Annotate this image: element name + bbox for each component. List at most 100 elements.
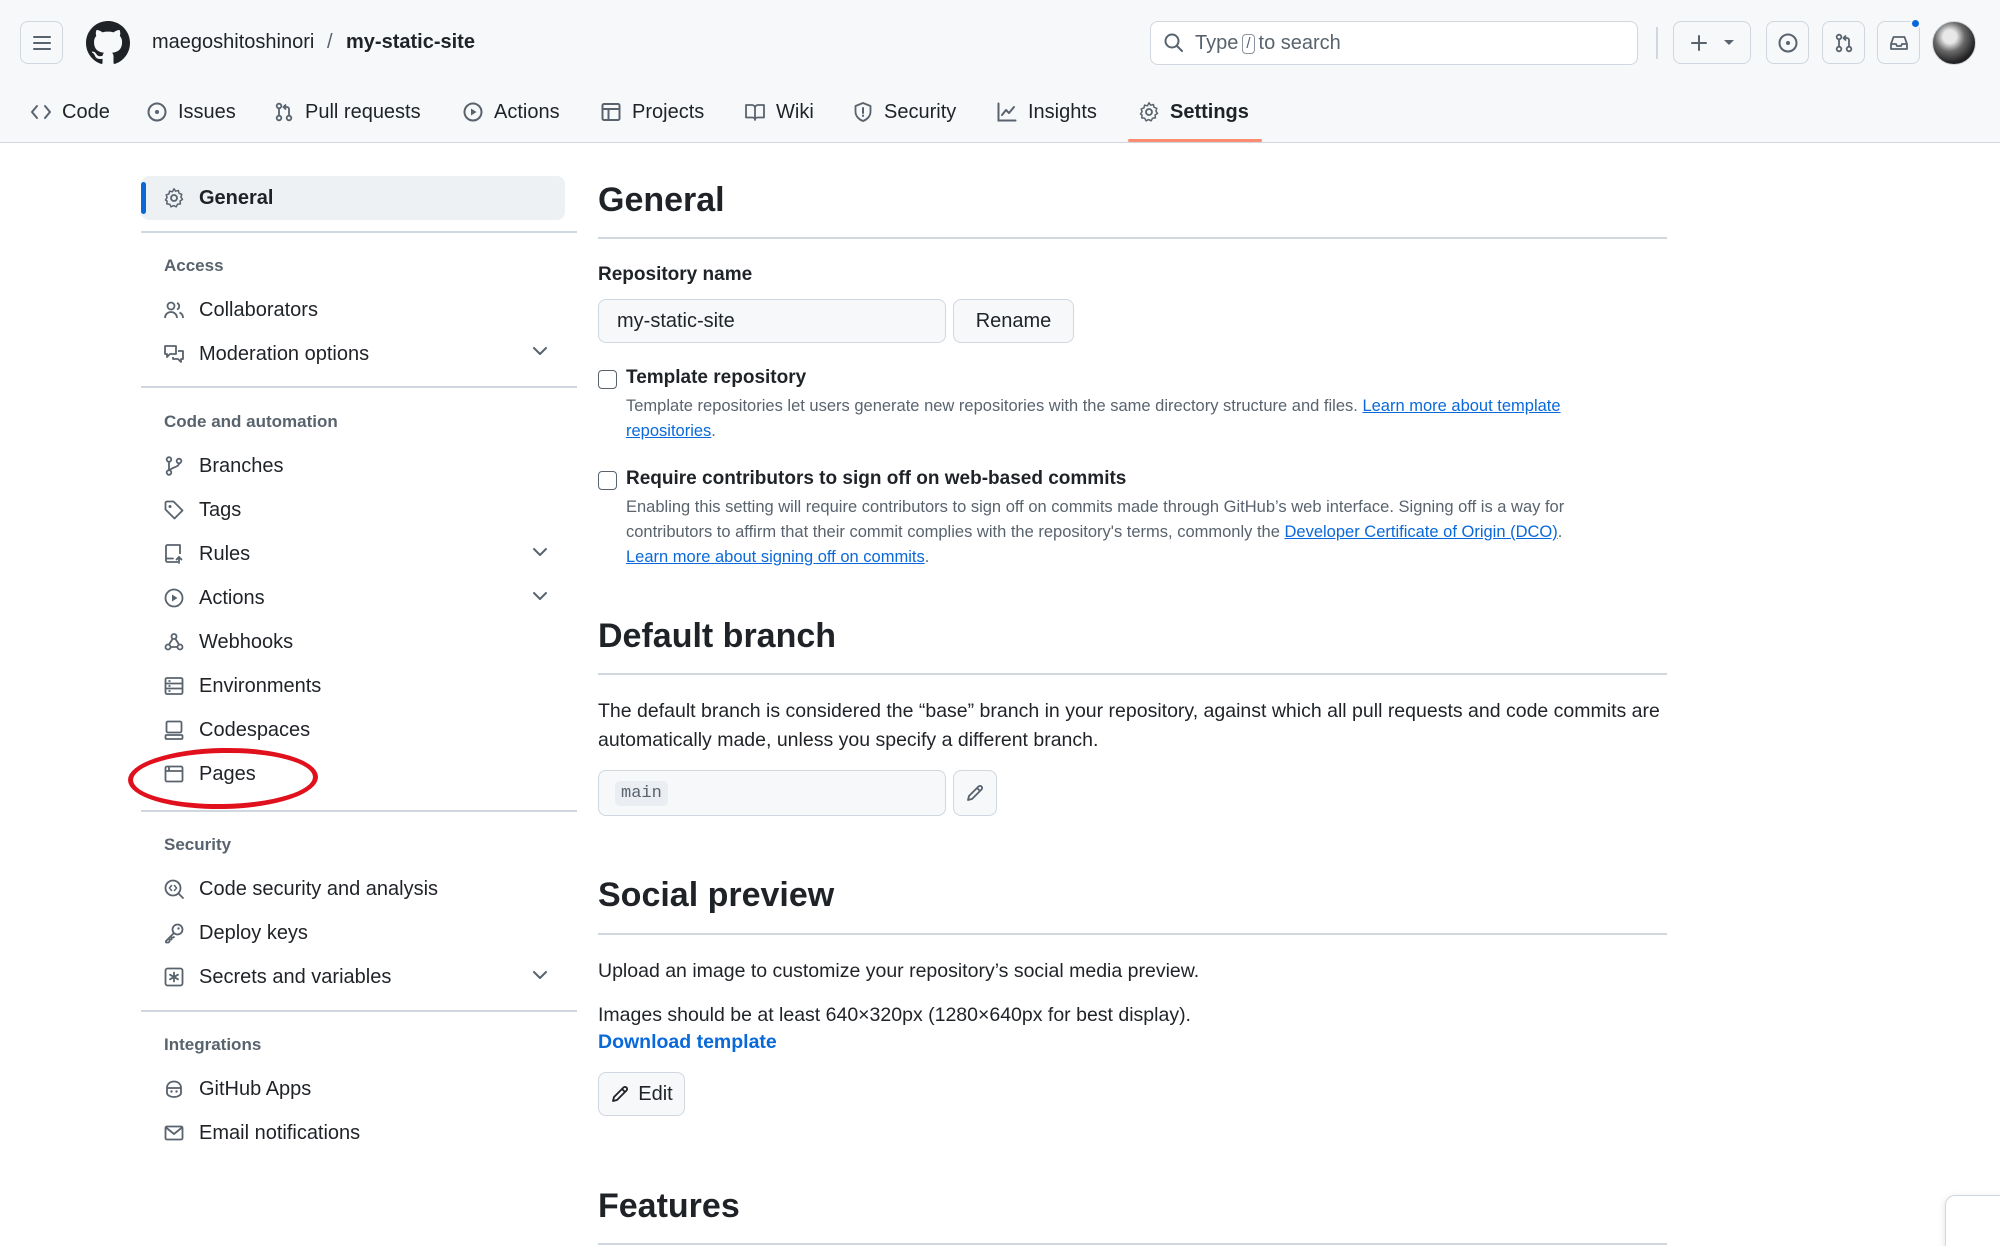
signoff-desc-line1: Enabling this setting will require contr… — [626, 498, 1565, 516]
tab-code-label: Code — [62, 100, 110, 123]
template-desc-end: . — [711, 422, 716, 440]
tab-pull-requests[interactable]: Pull requests — [273, 94, 421, 130]
your-pull-requests-button[interactable] — [1822, 21, 1865, 64]
learn-more-template-link-cont[interactable]: repositories — [626, 422, 711, 440]
sidebar-item-label: Webhooks — [199, 630, 294, 653]
sidebar-item-webhooks[interactable]: Webhooks — [163, 624, 293, 660]
search-icon — [1164, 33, 1183, 52]
repo-name-label: Repository name — [598, 264, 753, 285]
search-input[interactable]: Type / to search — [1150, 21, 1638, 65]
template-desc-text: Template repositories let users generate… — [626, 397, 1358, 415]
tab-wiki[interactable]: Wiki — [744, 94, 814, 130]
git-pull-request-icon — [1835, 33, 1852, 52]
sidebar-item-actions[interactable]: Actions — [163, 580, 265, 616]
section-divider — [598, 1243, 1667, 1245]
tab-security-label: Security — [884, 100, 957, 123]
signoff-desc-end: . — [924, 548, 930, 566]
create-new-button[interactable] — [1673, 21, 1751, 64]
tab-security[interactable]: Security — [852, 94, 956, 130]
server-icon — [164, 677, 184, 695]
header-divider — [1656, 27, 1658, 59]
edit-default-branch-button[interactable] — [953, 770, 997, 816]
shield-icon — [854, 102, 872, 122]
sidebar-item-label: Branches — [199, 454, 284, 477]
inbox-icon — [1889, 35, 1908, 50]
chevron-down-icon[interactable] — [532, 970, 548, 980]
floating-panel[interactable] — [1945, 1195, 2000, 1246]
search-shortcut-key: / — [1242, 33, 1255, 54]
sidebar-item-code-security[interactable]: Code security and analysis — [163, 871, 438, 907]
signoff-desc-dot: . — [1557, 523, 1563, 541]
sidebar-item-email-notifications[interactable]: Email notifications — [163, 1115, 360, 1151]
sidebar-item-branches[interactable]: Branches — [163, 448, 284, 484]
graph-icon — [997, 102, 1017, 122]
highlight-annotation-circle — [127, 746, 319, 811]
sidebar-item-environments[interactable]: Environments — [163, 668, 321, 704]
pencil-icon — [967, 785, 983, 801]
active-tab-indicator — [1128, 139, 1262, 142]
sidebar-item-github-apps[interactable]: GitHub Apps — [163, 1071, 311, 1107]
tab-issues[interactable]: Issues — [146, 94, 236, 130]
tab-projects-label: Projects — [632, 100, 705, 123]
rename-button[interactable]: Rename — [953, 299, 1074, 343]
sidebar-item-moderation-options[interactable]: Moderation options — [163, 336, 369, 372]
breadcrumb-repo-link[interactable]: my-static-site — [346, 29, 475, 55]
chevron-down-icon[interactable] — [532, 346, 548, 356]
learn-more-template-link[interactable]: Learn more about template — [1362, 397, 1560, 415]
repo-tabs: Code Issues Pull requests Actions Projec… — [0, 86, 2000, 143]
open-menu-button[interactable] — [20, 21, 63, 64]
sidebar-item-deploy-keys[interactable]: Deploy keys — [163, 915, 308, 951]
sidebar-divider — [141, 1010, 577, 1012]
breadcrumb-owner-link[interactable]: maegoshitoshinori — [152, 29, 314, 55]
people-icon — [164, 301, 184, 319]
dco-link[interactable]: Developer Certificate of Origin (DCO) — [1285, 523, 1558, 541]
your-issues-button[interactable] — [1766, 21, 1809, 64]
sidebar-item-secrets-variables[interactable]: Secrets and variables — [163, 959, 391, 995]
tab-actions[interactable]: Actions — [462, 94, 560, 130]
sidebar-item-general[interactable]: General — [163, 180, 273, 216]
sidebar-item-label: Codespaces — [199, 718, 311, 741]
edit-social-preview-button[interactable]: Edit — [598, 1072, 685, 1116]
learn-more-signoff-link[interactable]: Learn more about signing off on commits — [626, 548, 925, 566]
pencil-icon — [612, 1086, 629, 1102]
user-avatar[interactable] — [1932, 21, 1976, 65]
sidebar-item-collaborators[interactable]: Collaborators — [163, 292, 318, 328]
github-logo-icon[interactable] — [86, 21, 130, 65]
play-icon — [164, 588, 184, 608]
sidebar-item-codespaces[interactable]: Codespaces — [163, 712, 310, 748]
download-template-link[interactable]: Download template — [598, 1031, 777, 1054]
chevron-down-icon[interactable] — [532, 547, 548, 557]
git-branch-icon — [165, 456, 183, 476]
tab-insights[interactable]: Insights — [996, 94, 1097, 130]
template-repository-title: Template repository — [626, 367, 807, 388]
sidebar-item-rules[interactable]: Rules — [163, 536, 250, 572]
signoff-desc-line2: contributors to affirm that their commit… — [626, 523, 1280, 541]
sidebar-item-tags[interactable]: Tags — [163, 492, 241, 528]
chevron-down-icon[interactable] — [532, 591, 548, 601]
signoff-description: Enabling this setting will require contr… — [626, 495, 1666, 570]
sidebar-heading-security: Security — [164, 835, 232, 854]
table-icon — [601, 103, 621, 121]
repo-header: maegoshitoshinori / my-static-site Type … — [0, 0, 2000, 143]
signoff-title: Require contributors to sign off on web-… — [626, 468, 1127, 489]
sidebar-item-label: Actions — [199, 586, 265, 609]
social-preview-requirements: Images should be at least 640×320px (128… — [598, 1004, 1191, 1026]
comment-discussion-icon — [164, 345, 184, 363]
repo-name-input[interactable]: my-static-site — [598, 299, 946, 343]
template-repository-checkbox[interactable] — [598, 370, 617, 389]
sidebar-item-label: Rules — [199, 542, 251, 565]
default-branch-title: Default branch — [598, 617, 837, 655]
hamburger-icon — [32, 35, 51, 50]
sidebar-item-label: GitHub Apps — [199, 1077, 312, 1100]
section-divider — [598, 237, 1667, 239]
codescan-icon — [164, 879, 184, 899]
sidebar-item-label: Secrets and variables — [199, 965, 392, 988]
section-divider — [598, 673, 1667, 675]
issue-opened-icon — [1778, 33, 1797, 52]
tab-projects[interactable]: Projects — [600, 94, 704, 130]
sidebar-divider — [141, 231, 577, 233]
tab-code[interactable]: Code — [30, 94, 110, 130]
tab-settings[interactable]: Settings — [1138, 94, 1249, 130]
tab-settings-label: Settings — [1170, 100, 1249, 123]
signoff-checkbox[interactable] — [598, 471, 617, 490]
